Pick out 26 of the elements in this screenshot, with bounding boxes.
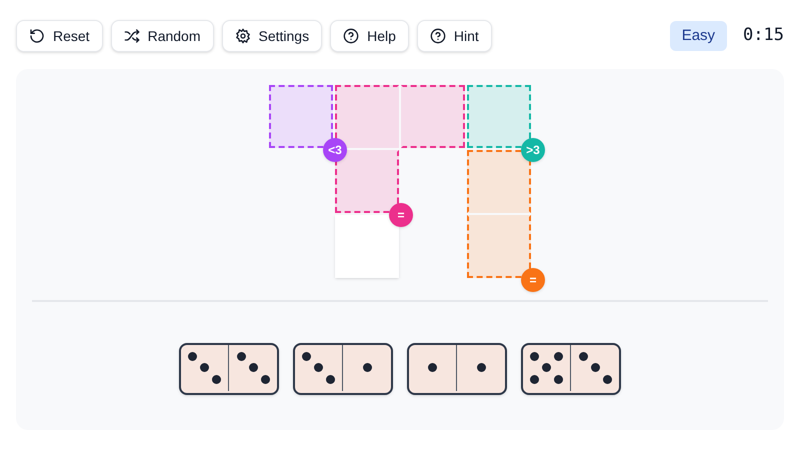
toolbar-button[interactable]: Help xyxy=(330,20,409,52)
reset-icon xyxy=(29,28,45,44)
constraint-badge: = xyxy=(521,268,545,292)
constraint-badge: <3 xyxy=(323,138,347,162)
timer: 0:15 xyxy=(743,24,784,48)
toolbar-button[interactable]: Reset xyxy=(16,20,103,52)
toolbar-button[interactable]: Hint xyxy=(416,20,492,52)
region-cell[interactable] xyxy=(401,85,465,148)
domino-tile[interactable] xyxy=(293,343,393,395)
pip xyxy=(476,363,486,372)
help-icon xyxy=(430,28,446,44)
constraint-badge: = xyxy=(389,203,413,227)
toolbar-button[interactable]: Random xyxy=(110,20,214,52)
pip xyxy=(362,363,372,372)
shuffle-icon xyxy=(124,28,140,44)
settings-icon xyxy=(234,28,250,44)
region-cell[interactable] xyxy=(467,215,531,278)
toolbar-button[interactable]: Settings xyxy=(222,20,322,52)
difficulty-badge: Easy xyxy=(670,20,728,52)
pip xyxy=(428,363,437,372)
domino-tile[interactable] xyxy=(179,343,279,395)
empty-cell[interactable] xyxy=(335,215,399,278)
constraint-badge: >3 xyxy=(521,138,545,162)
help-icon xyxy=(343,28,360,44)
domino-tile[interactable] xyxy=(407,343,507,395)
domino-tile[interactable] xyxy=(521,343,621,395)
